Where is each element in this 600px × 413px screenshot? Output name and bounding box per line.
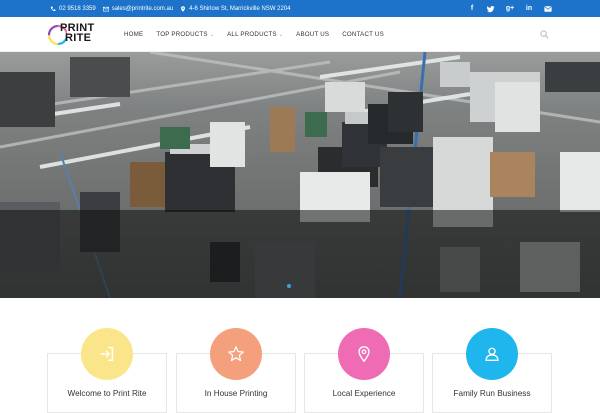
logo-text-rite: RITE bbox=[65, 32, 92, 44]
users-icon bbox=[485, 347, 499, 361]
social-links: f g+ in bbox=[468, 0, 552, 17]
twitter-icon[interactable] bbox=[487, 5, 495, 13]
nav-item-home[interactable]: HOME bbox=[124, 31, 143, 38]
feature-title: Family Run Business bbox=[453, 389, 531, 398]
feature-circle-in-house bbox=[210, 328, 262, 380]
google-plus-icon[interactable]: g+ bbox=[506, 5, 514, 13]
nav-label: HOME bbox=[124, 31, 144, 38]
feature-title: Welcome to Print Rite bbox=[67, 389, 147, 398]
phone-number: 02 9518 3359 bbox=[59, 5, 96, 12]
envelope-icon bbox=[102, 6, 109, 11]
top-contact-bar: 02 9518 3359 sales@printrite.com.au 4-6 … bbox=[0, 0, 600, 17]
contact-info: 02 9518 3359 sales@printrite.com.au 4-6 … bbox=[50, 0, 291, 17]
star-icon bbox=[228, 346, 244, 362]
chevron-down-icon: ⌄ bbox=[278, 31, 284, 38]
linkedin-icon[interactable]: in bbox=[525, 5, 533, 13]
nav-item-contact-us[interactable]: CONTACT US bbox=[342, 31, 384, 38]
feature-title: Local Experience bbox=[332, 389, 396, 398]
nav-label: ALL PRODUCTS bbox=[227, 31, 277, 38]
nav-label: TOP PRODUCTS bbox=[156, 31, 208, 38]
nav-item-about-us[interactable]: ABOUT US bbox=[296, 31, 329, 38]
chevron-down-icon: ⌄ bbox=[209, 31, 215, 38]
email-address: sales@printrite.com.au bbox=[111, 5, 174, 12]
nav-label: CONTACT US bbox=[342, 31, 384, 38]
nav-item-top-products[interactable]: TOP PRODUCTS ⌄ bbox=[156, 31, 214, 38]
hero-slider bbox=[0, 52, 600, 298]
location-pin-icon bbox=[358, 346, 370, 363]
feature-circle-local bbox=[338, 328, 390, 380]
street-address: 4-6 Shirlow St, Marrickville NSW 2204 bbox=[189, 5, 291, 12]
main-nav: HOME TOP PRODUCTS ⌄ ALL PRODUCTS ⌄ ABOUT U… bbox=[124, 17, 397, 52]
print-rite-logo[interactable]: PRINT RITE bbox=[47, 21, 107, 49]
mail-icon[interactable] bbox=[544, 5, 552, 13]
email-item[interactable]: sales@printrite.com.au bbox=[102, 5, 174, 12]
feature-circle-welcome bbox=[81, 328, 133, 380]
feature-circle-family bbox=[466, 328, 518, 380]
feature-title: In House Printing bbox=[204, 389, 268, 398]
nav-item-all-products[interactable]: ALL PRODUCTS ⌄ bbox=[227, 31, 283, 38]
address-item: 4-6 Shirlow St, Marrickville NSW 2204 bbox=[180, 5, 291, 12]
nav-label: ABOUT US bbox=[296, 31, 330, 38]
phone-item[interactable]: 02 9518 3359 bbox=[50, 6, 96, 12]
facebook-icon[interactable]: f bbox=[468, 5, 476, 13]
search-icon[interactable] bbox=[540, 30, 549, 39]
map-marker-icon bbox=[181, 5, 186, 12]
slider-pagination[interactable] bbox=[286, 282, 316, 290]
sign-in-icon bbox=[100, 346, 114, 362]
features-section: Welcome to Print Rite In House Printing … bbox=[0, 298, 600, 413]
site-header: PRINT RITE HOME TOP PRODUCTS ⌄ ALL PRODUC… bbox=[0, 17, 600, 52]
phone-icon bbox=[50, 6, 56, 11]
